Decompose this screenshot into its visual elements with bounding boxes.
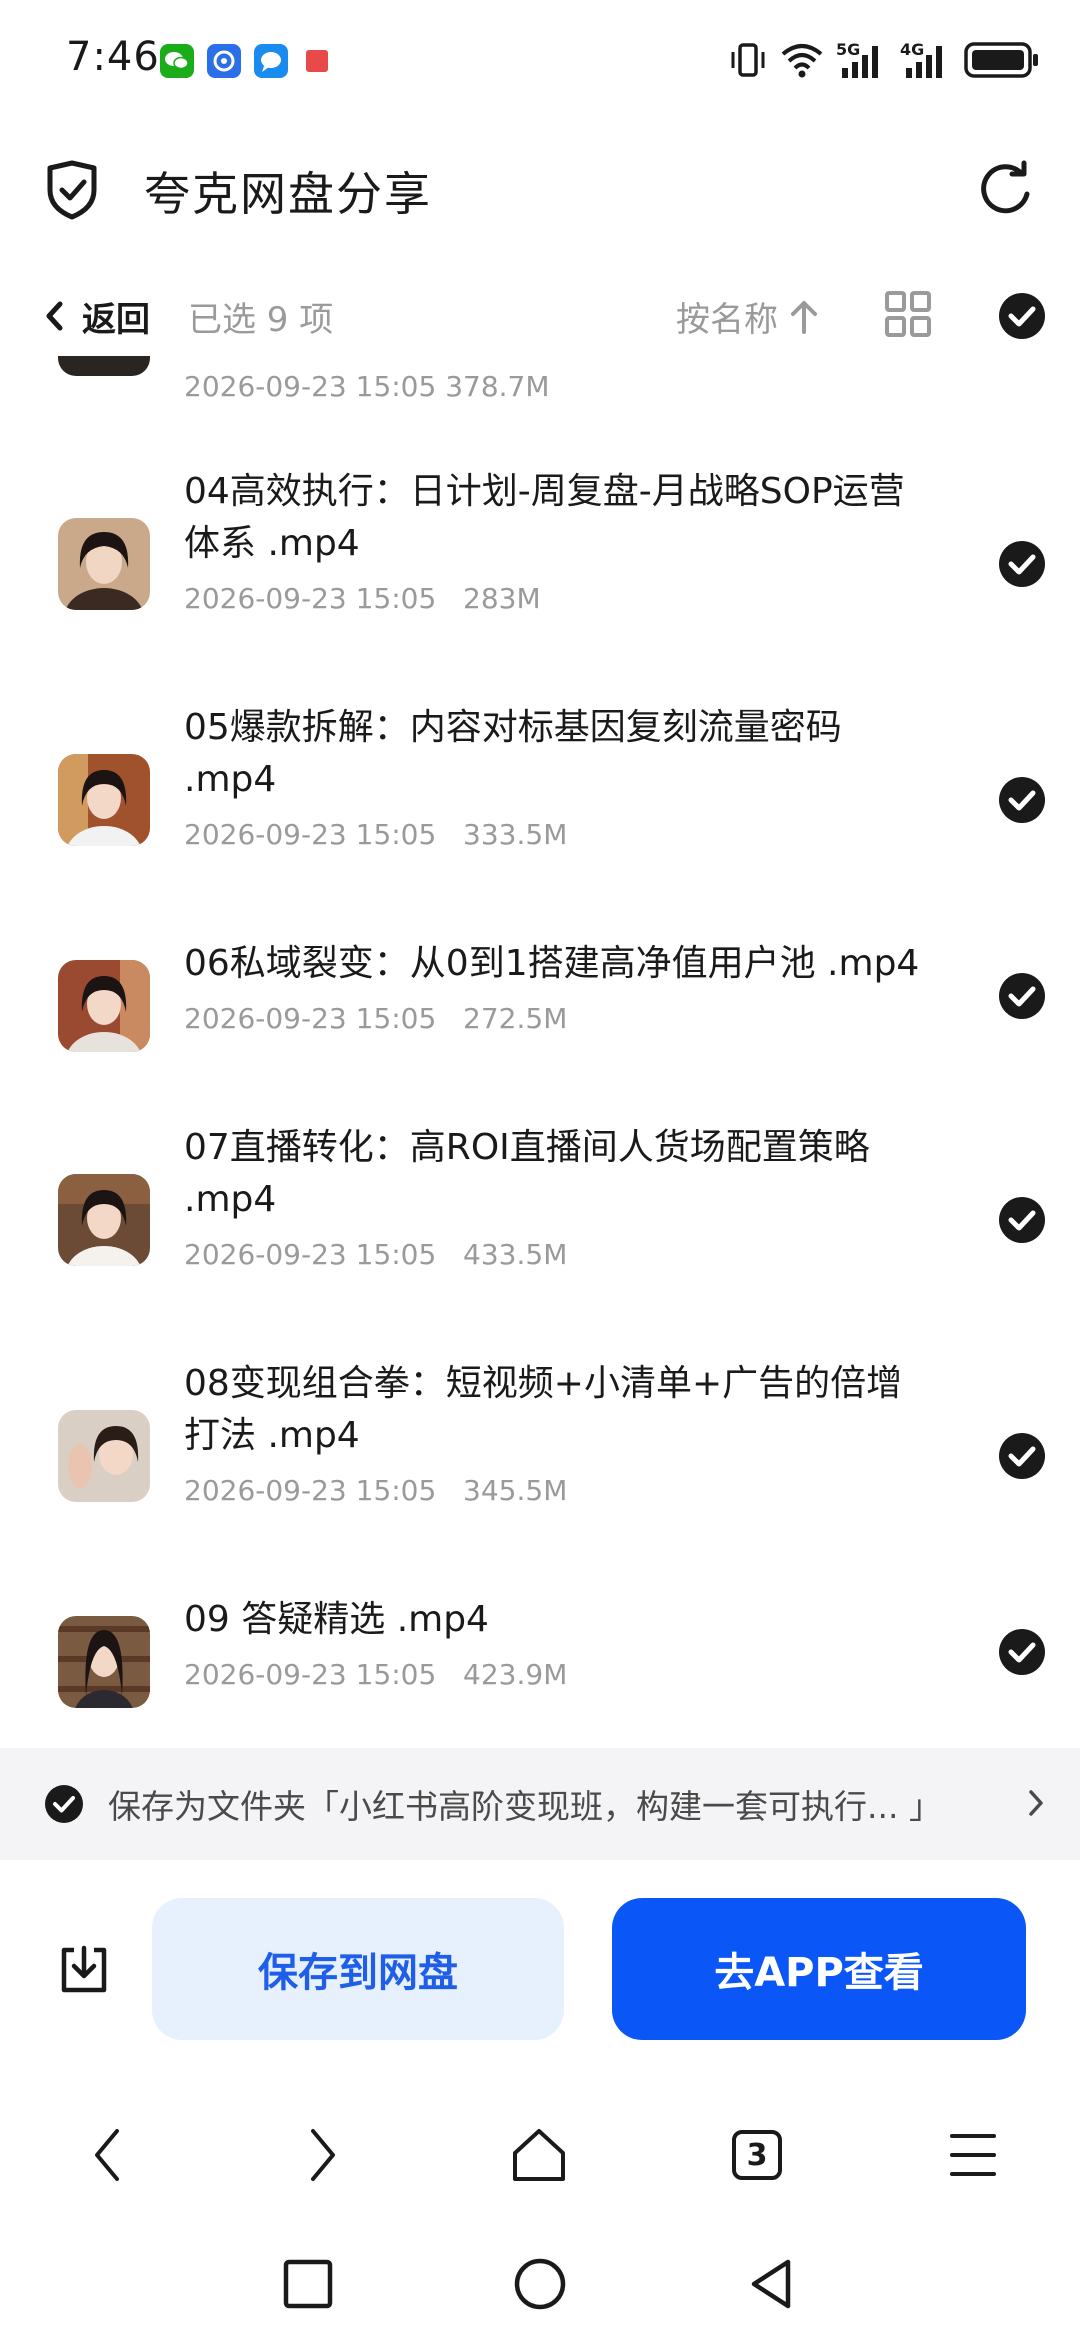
- arrow-up-icon: [791, 301, 817, 334]
- file-date: 2026-09-23 15:05: [184, 818, 437, 851]
- browser-nav-bar: 3: [0, 2080, 1080, 2220]
- row-checkbox[interactable]: [998, 1432, 1046, 1480]
- status-icons: 5G 4G: [728, 36, 1040, 84]
- back-triangle-icon[interactable]: [744, 2256, 800, 2312]
- save-to-cloud-button[interactable]: 保存到网盘: [152, 1898, 564, 2040]
- page-title: 夸克网盘分享: [144, 167, 432, 221]
- title-bar: 夸克网盘分享: [0, 140, 1080, 236]
- file-row[interactable]: 04高效执行：日计划-周复盘-月战略SOP运营体系 .mp4 2026-09-2…: [0, 466, 1080, 646]
- battery-icon: [964, 42, 1038, 78]
- file-date: 2026-09-23 15:05: [184, 582, 437, 615]
- open-in-app-button[interactable]: 去APP查看: [612, 1898, 1026, 2040]
- row-checkbox[interactable]: [998, 540, 1046, 588]
- file-size: 272.5M: [463, 1002, 568, 1035]
- signal-5g-icon: 5G: [836, 40, 888, 80]
- file-name: 07直播转化：高ROI直播间人货场配置策略 .mp4: [184, 1127, 870, 1220]
- file-name: 09 答疑精选 .mp4: [184, 1599, 489, 1640]
- save-as-folder-option[interactable]: 保存为文件夹「小红书高阶变现班，构建一套可执行... 」: [0, 1748, 1080, 1860]
- file-name: 06私域裂变：从0到1搭建高净值用户池 .mp4: [184, 943, 920, 984]
- app-notification-icon: [207, 44, 241, 78]
- download-icon[interactable]: [56, 1942, 112, 1998]
- video-thumbnail: [58, 960, 150, 1052]
- tabs-nav-button[interactable]: 3: [722, 2120, 792, 2190]
- message-notification-icon: [254, 44, 288, 78]
- back-nav-button[interactable]: [72, 2120, 142, 2190]
- file-row[interactable]: 05爆款拆解：内容对标基因复刻流量密码 .mp4 2026-09-23 15:0…: [0, 702, 1080, 882]
- file-size: 283M: [463, 582, 541, 615]
- sort-label: 按名称: [676, 300, 778, 340]
- tabs-count: 3: [746, 2137, 768, 2173]
- selection-toolbar: 返回 已选 9 项 按名称: [0, 280, 1080, 352]
- refresh-icon[interactable]: [976, 160, 1034, 218]
- video-thumbnail: [58, 518, 150, 610]
- menu-nav-button[interactable]: [938, 2120, 1008, 2190]
- chevron-left-icon: [95, 2129, 119, 2181]
- system-nav-bar: [0, 2220, 1080, 2340]
- file-size: 333.5M: [463, 818, 568, 851]
- file-meta: 2026-09-23 15:05 433.5M: [184, 1238, 567, 1271]
- file-size: 423.9M: [463, 1658, 568, 1691]
- forward-nav-button[interactable]: [288, 2120, 358, 2190]
- file-name: 08变现组合拳：短视频+小清单+广告的倍增打法 .mp4: [184, 1363, 903, 1456]
- video-thumbnail: [58, 1174, 150, 1266]
- file-meta: 2026-09-23 15:05 423.9M: [184, 1658, 567, 1691]
- file-size: 345.5M: [463, 1474, 568, 1507]
- chevron-left-icon: [46, 301, 63, 331]
- recent-apps-icon[interactable]: [280, 2256, 336, 2312]
- home-circle-icon[interactable]: [512, 2256, 568, 2312]
- file-date: 2026-09-23 15:05: [184, 1238, 437, 1271]
- save-as-folder-text: 保存为文件夹「小红书高阶变现班，构建一套可执行... 」: [108, 1787, 942, 1826]
- video-thumbnail: [58, 1410, 150, 1502]
- file-meta: 2026-09-23 15:05 345.5M: [184, 1474, 567, 1507]
- wechat-notification-icon: [160, 44, 194, 78]
- menu-icon: [950, 2134, 996, 2176]
- file-row[interactable]: 08变现组合拳：短视频+小清单+广告的倍增打法 .mp4 2026-09-23 …: [0, 1358, 1080, 1538]
- row-checkbox[interactable]: [998, 972, 1046, 1020]
- home-nav-button[interactable]: [504, 2120, 574, 2190]
- status-time: 7:46: [66, 34, 160, 80]
- file-row[interactable]: 09 答疑精选 .mp4 2026-09-23 15:05 423.9M: [0, 1594, 1080, 1724]
- grid-view-icon[interactable]: [884, 290, 932, 338]
- file-row[interactable]: 06私域裂变：从0到1搭建高净值用户池 .mp4 2026-09-23 15:0…: [0, 938, 1080, 1068]
- chevron-right-icon: [311, 2129, 335, 2181]
- file-row[interactable]: 07直播转化：高ROI直播间人货场配置策略 .mp4 2026-09-23 15…: [0, 1122, 1080, 1302]
- status-bar: 7:46 5G 4G: [0, 0, 1080, 120]
- file-meta: 2026-09-23 15:05 333.5M: [184, 818, 567, 851]
- home-icon: [513, 2129, 565, 2181]
- file-meta: 2026-09-23 15:05 378.7M: [184, 370, 550, 403]
- file-size: 433.5M: [463, 1238, 568, 1271]
- file-date: 2026-09-23 15:05: [184, 1002, 437, 1035]
- video-thumbnail: [58, 754, 150, 846]
- row-checkbox[interactable]: [998, 1628, 1046, 1676]
- vibrate-icon: [731, 43, 765, 77]
- back-label: 返回: [82, 300, 150, 340]
- row-checkbox[interactable]: [998, 1196, 1046, 1244]
- file-date: 2026-09-23 15:05: [184, 1658, 437, 1691]
- selected-count: 已选 9 项: [188, 300, 334, 340]
- red-app-notification-icon: [306, 50, 328, 72]
- file-name: 05爆款拆解：内容对标基因复刻流量密码 .mp4: [184, 707, 842, 800]
- wifi-icon: [781, 44, 823, 78]
- row-checkbox[interactable]: [998, 776, 1046, 824]
- file-list: 2026-09-23 15:05 378.7M 04高效执行：日计划-周复盘-月…: [0, 356, 1080, 1746]
- file-date: 2026-09-23 15:05: [184, 1474, 437, 1507]
- check-circle-icon[interactable]: [44, 1784, 84, 1824]
- select-all-checkbox[interactable]: [998, 292, 1046, 340]
- file-name: 04高效执行：日计划-周复盘-月战略SOP运营体系 .mp4: [184, 471, 905, 564]
- file-meta: 2026-09-23 15:05 283M: [184, 582, 541, 615]
- chevron-right-icon: [1029, 1790, 1043, 1816]
- file-thumbnail: [58, 356, 150, 376]
- video-thumbnail: [58, 1616, 150, 1708]
- action-bar: 保存到网盘 去APP查看: [0, 1860, 1080, 2060]
- signal-4g-icon: 4G: [900, 40, 952, 80]
- file-meta: 2026-09-23 15:05 272.5M: [184, 1002, 567, 1035]
- shield-check-icon[interactable]: [44, 160, 100, 220]
